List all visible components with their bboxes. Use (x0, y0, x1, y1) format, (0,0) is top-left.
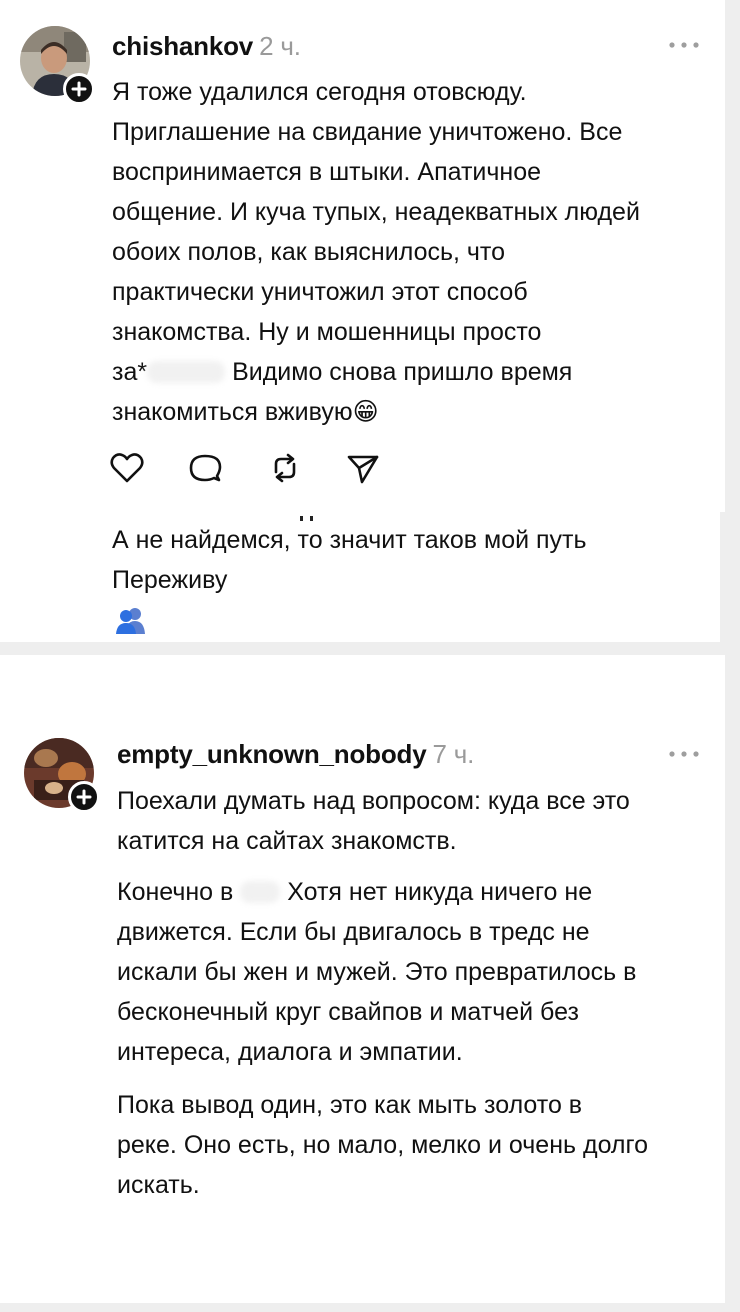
post-line: Поехали думать над вопросом: куда все эт… (117, 787, 630, 815)
post-card-chishankov: chishankov 2 ч. Я тоже удалился сегодня о… (0, 0, 725, 512)
post-text-fragment: знакомиться вживую (112, 398, 353, 426)
post-line: Приглашение на свидание уничтожено. Все (112, 118, 623, 146)
post-line: Переживу (112, 566, 228, 594)
timestamp: 7 ч. (432, 739, 475, 769)
post-line: обоих полов, как выяснилось, что (112, 238, 505, 266)
post-line: за* Видимо снова пришло время (112, 352, 640, 392)
post-text-fragment: Конечно в (117, 878, 234, 906)
post-line: знакомиться вживую😁 (112, 392, 640, 432)
share-icon[interactable] (344, 449, 382, 487)
post-text-fragment: Видимо снова пришло время (232, 358, 573, 386)
post-line: Я тоже удалился сегодня отовсюду. (112, 78, 527, 106)
post-text-fragment: Хотя нет никуда ничего не (287, 878, 593, 906)
post-paragraph: Поехали думать над вопросом: куда все эт… (117, 781, 630, 861)
post-card-empty-unknown-nobody: empty_unknown_nobody 7 ч. Поехали думать … (0, 655, 725, 1303)
follow-plus-icon[interactable] (68, 781, 100, 813)
username-text[interactable]: empty_unknown_nobody (117, 739, 427, 769)
post-text: А не найдемся, то значит таков мой путь … (112, 520, 587, 600)
username-text[interactable]: chishankov (112, 31, 253, 61)
post-paragraph: Пока вывод один, это как мыть золото в р… (117, 1085, 648, 1205)
grin-emoji-icon: 😁 (352, 398, 379, 426)
blurred-text (147, 361, 226, 383)
cropped-text-edge (300, 512, 314, 521)
post-line: А не найдемся, то значит таков мой путь (112, 526, 587, 554)
post-card-fragment: А не найдемся, то значит таков мой путь … (0, 512, 720, 642)
more-options-icon[interactable] (666, 39, 702, 51)
people-emoji-icon (116, 606, 146, 634)
post-line: бесконечный круг свайпов и матчей без (117, 998, 579, 1026)
follow-plus-icon[interactable] (63, 73, 95, 105)
post-line: практически уничтожил этот способ (112, 278, 528, 306)
repost-icon[interactable] (266, 449, 304, 487)
post-line: искать. (117, 1171, 200, 1199)
post-line: реке. Оно есть, но мало, мелко и очень д… (117, 1131, 648, 1159)
blurred-text (240, 881, 281, 903)
post-line: общение. И куча тупых, неадекватных люде… (112, 198, 640, 226)
post-paragraph: Конечно в Хотя нет никуда ничего не движ… (117, 872, 636, 1072)
post-line: интереса, диалога и эмпатии. (117, 1038, 463, 1066)
comment-icon[interactable] (186, 449, 224, 487)
post-line: знакомства. Ну и мошенницы просто (112, 318, 542, 346)
post-line: воспринимается в штыки. Апатичное (112, 158, 542, 186)
post-line: катится на сайтах знакомств. (117, 827, 457, 855)
post-line: Конечно в Хотя нет никуда ничего не (117, 872, 636, 912)
post-text: Я тоже удалился сегодня отовсюду. Пригла… (112, 72, 640, 432)
more-options-icon[interactable] (666, 748, 702, 760)
heart-icon[interactable] (108, 449, 146, 487)
post-line: Пока вывод один, это как мыть золото в (117, 1091, 583, 1119)
post-text-fragment: за* (112, 358, 148, 386)
post-line: искали бы жен и мужей. Это превратилось … (117, 958, 637, 986)
username[interactable]: chishankov 2 ч. (112, 31, 301, 62)
username[interactable]: empty_unknown_nobody 7 ч. (117, 739, 474, 770)
post-line: движется. Если бы двигалось в тредс не (117, 918, 590, 946)
timestamp: 2 ч. (259, 31, 301, 61)
